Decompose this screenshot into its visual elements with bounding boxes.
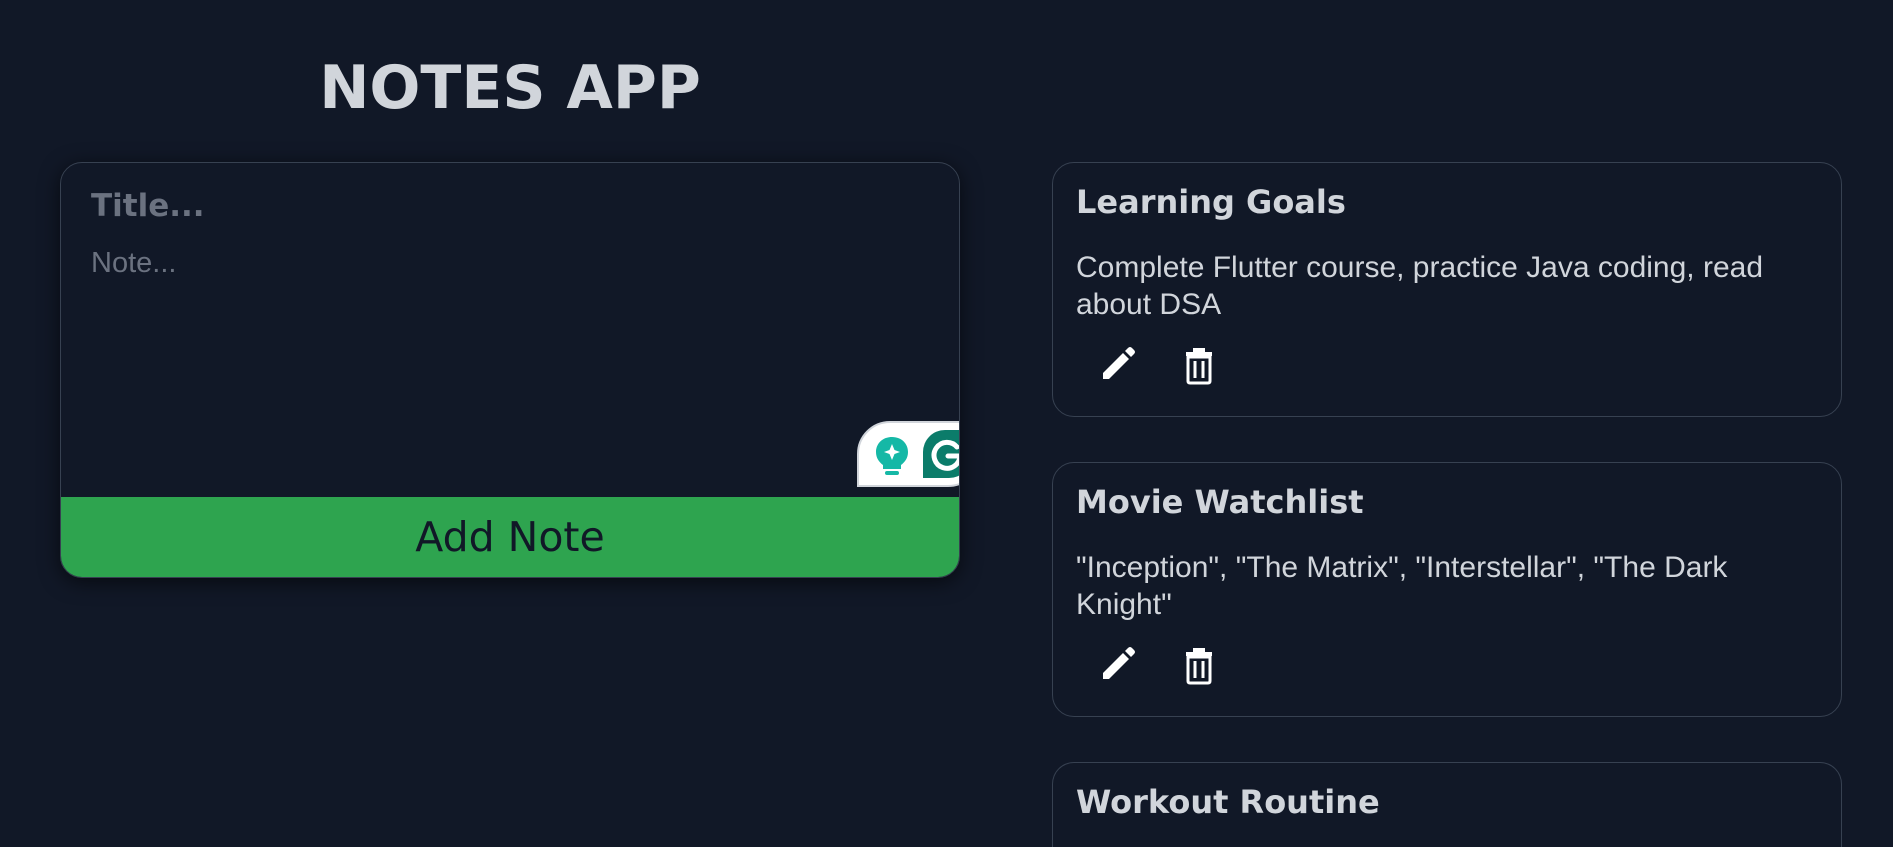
edit-note-button[interactable]	[1095, 343, 1139, 387]
note-title: Learning Goals	[1076, 183, 1346, 221]
note-composer: Add Note	[60, 162, 960, 578]
add-note-button[interactable]: Add Note	[61, 497, 959, 577]
pencil-icon	[1103, 647, 1135, 679]
note-title: Workout Routine	[1076, 783, 1380, 821]
note-card: Movie Watchlist "Inception", "The Matrix…	[1052, 462, 1842, 717]
grammarly-g-icon[interactable]	[923, 430, 959, 478]
note-card: Learning Goals Complete Flutter course, …	[1052, 162, 1842, 417]
delete-note-button[interactable]	[1177, 643, 1221, 687]
notes-app-page: NOTES APP Add Note Learning Goals Comple…	[0, 0, 1893, 847]
note-body: Complete Flutter course, practice Java c…	[1076, 251, 1763, 321]
trash-icon	[1186, 348, 1212, 385]
edit-note-button[interactable]	[1095, 643, 1139, 687]
note-textarea[interactable]	[91, 247, 911, 477]
trash-icon	[1186, 648, 1212, 685]
pencil-icon	[1103, 347, 1135, 379]
note-body: "Inception", "The Matrix", "Interstellar…	[1076, 551, 1728, 621]
grammarly-widget[interactable]	[857, 421, 959, 487]
note-title: Movie Watchlist	[1076, 483, 1364, 521]
page-title: NOTES APP	[319, 53, 701, 123]
title-input[interactable]	[91, 181, 911, 231]
lightbulb-sparkle-icon[interactable]	[873, 435, 911, 477]
note-card: Workout Routine	[1052, 762, 1842, 847]
delete-note-button[interactable]	[1177, 343, 1221, 387]
